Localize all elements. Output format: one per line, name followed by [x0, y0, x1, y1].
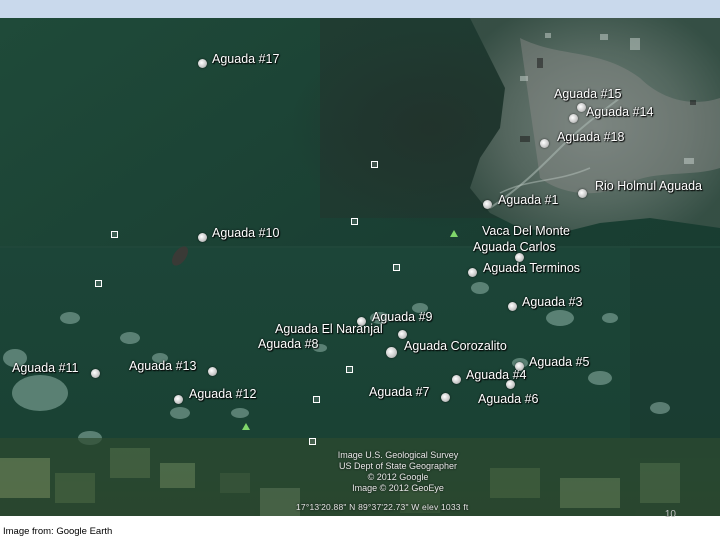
attribution-line: © 2012 Google — [367, 472, 429, 482]
map-marker-square — [371, 161, 378, 168]
map-marker-square — [393, 264, 400, 271]
place-label-aguada-11[interactable]: Aguada #11 — [12, 362, 79, 375]
place-pin[interactable] — [540, 139, 549, 148]
place-pin[interactable] — [577, 103, 586, 112]
map-marker-square — [309, 438, 316, 445]
place-label-aguada-1[interactable]: Aguada #1 — [498, 194, 558, 207]
place-pin[interactable] — [468, 268, 477, 277]
place-pin[interactable] — [441, 393, 450, 402]
place-pin[interactable] — [386, 347, 397, 358]
place-label-aguada-7[interactable]: Aguada #7 — [369, 386, 429, 399]
place-label-aguada-17[interactable]: Aguada #17 — [212, 53, 279, 66]
imagery-attribution: Image U.S. Geological Survey US Dept of … — [328, 450, 468, 494]
tree-marker-icon — [242, 423, 250, 430]
place-label-aguada-4[interactable]: Aguada #4 — [466, 369, 526, 382]
tree-marker-icon — [450, 230, 458, 237]
place-pin[interactable] — [569, 114, 578, 123]
place-label-aguada-5[interactable]: Aguada #5 — [529, 356, 589, 369]
place-pin[interactable] — [198, 233, 207, 242]
attribution-line: Image © 2012 GeoEye — [352, 483, 444, 493]
place-label-aguada-3[interactable]: Aguada #3 — [522, 296, 582, 309]
attribution-line: Image U.S. Geological Survey — [337, 450, 459, 460]
place-pin[interactable] — [174, 395, 183, 404]
attribution-line: US Dept of State Geographer — [338, 461, 458, 471]
place-label-aguada-carlos[interactable]: Aguada Carlos — [473, 241, 556, 254]
place-label-aguada-6[interactable]: Aguada #6 — [478, 393, 538, 406]
coordinates-readout: 17°13'20.88" N 89°37'22.73" W elev 1033 … — [296, 502, 469, 512]
place-label-aguada-10[interactable]: Aguada #10 — [212, 227, 279, 240]
place-label-aguada-8[interactable]: Aguada #8 — [258, 338, 318, 351]
place-label-aguada-el-naranjal[interactable]: Aguada El Naranjal — [275, 323, 383, 336]
place-pin[interactable] — [208, 367, 217, 376]
place-label-aguada-14[interactable]: Aguada #14 — [586, 106, 653, 119]
satellite-map[interactable]: Aguada #17 Aguada #15 Aguada #14 Aguada … — [0, 18, 720, 516]
place-label-aguada-18[interactable]: Aguada #18 — [557, 131, 624, 144]
slide-number: 10 — [664, 509, 676, 520]
map-marker-square — [313, 396, 320, 403]
map-marker-square — [351, 218, 358, 225]
map-marker-square — [346, 366, 353, 373]
place-pin[interactable] — [452, 375, 461, 384]
place-pin[interactable] — [508, 302, 517, 311]
place-label-rio-holmul-aguada[interactable]: Rio Holmul Aguada — [595, 180, 702, 193]
place-label-aguada-15[interactable]: Aguada #15 — [554, 88, 621, 101]
place-pin[interactable] — [398, 330, 407, 339]
place-label-aguada-13[interactable]: Aguada #13 — [129, 360, 196, 373]
place-pin[interactable] — [578, 189, 587, 198]
map-marker-square — [95, 280, 102, 287]
place-pin[interactable] — [198, 59, 207, 68]
place-pin[interactable] — [91, 369, 100, 378]
image-caption: Image from: Google Earth — [3, 526, 113, 537]
place-pin[interactable] — [483, 200, 492, 209]
place-label-aguada-corozalito[interactable]: Aguada Corozalito — [404, 340, 507, 353]
top-band — [0, 0, 720, 18]
place-label-aguada-12[interactable]: Aguada #12 — [189, 388, 256, 401]
place-label-vaca-del-monte[interactable]: Vaca Del Monte — [482, 225, 570, 238]
slide: Aguada #17 Aguada #15 Aguada #14 Aguada … — [0, 0, 720, 540]
map-marker-square — [111, 231, 118, 238]
place-label-aguada-terminos[interactable]: Aguada Terminos — [483, 262, 580, 275]
